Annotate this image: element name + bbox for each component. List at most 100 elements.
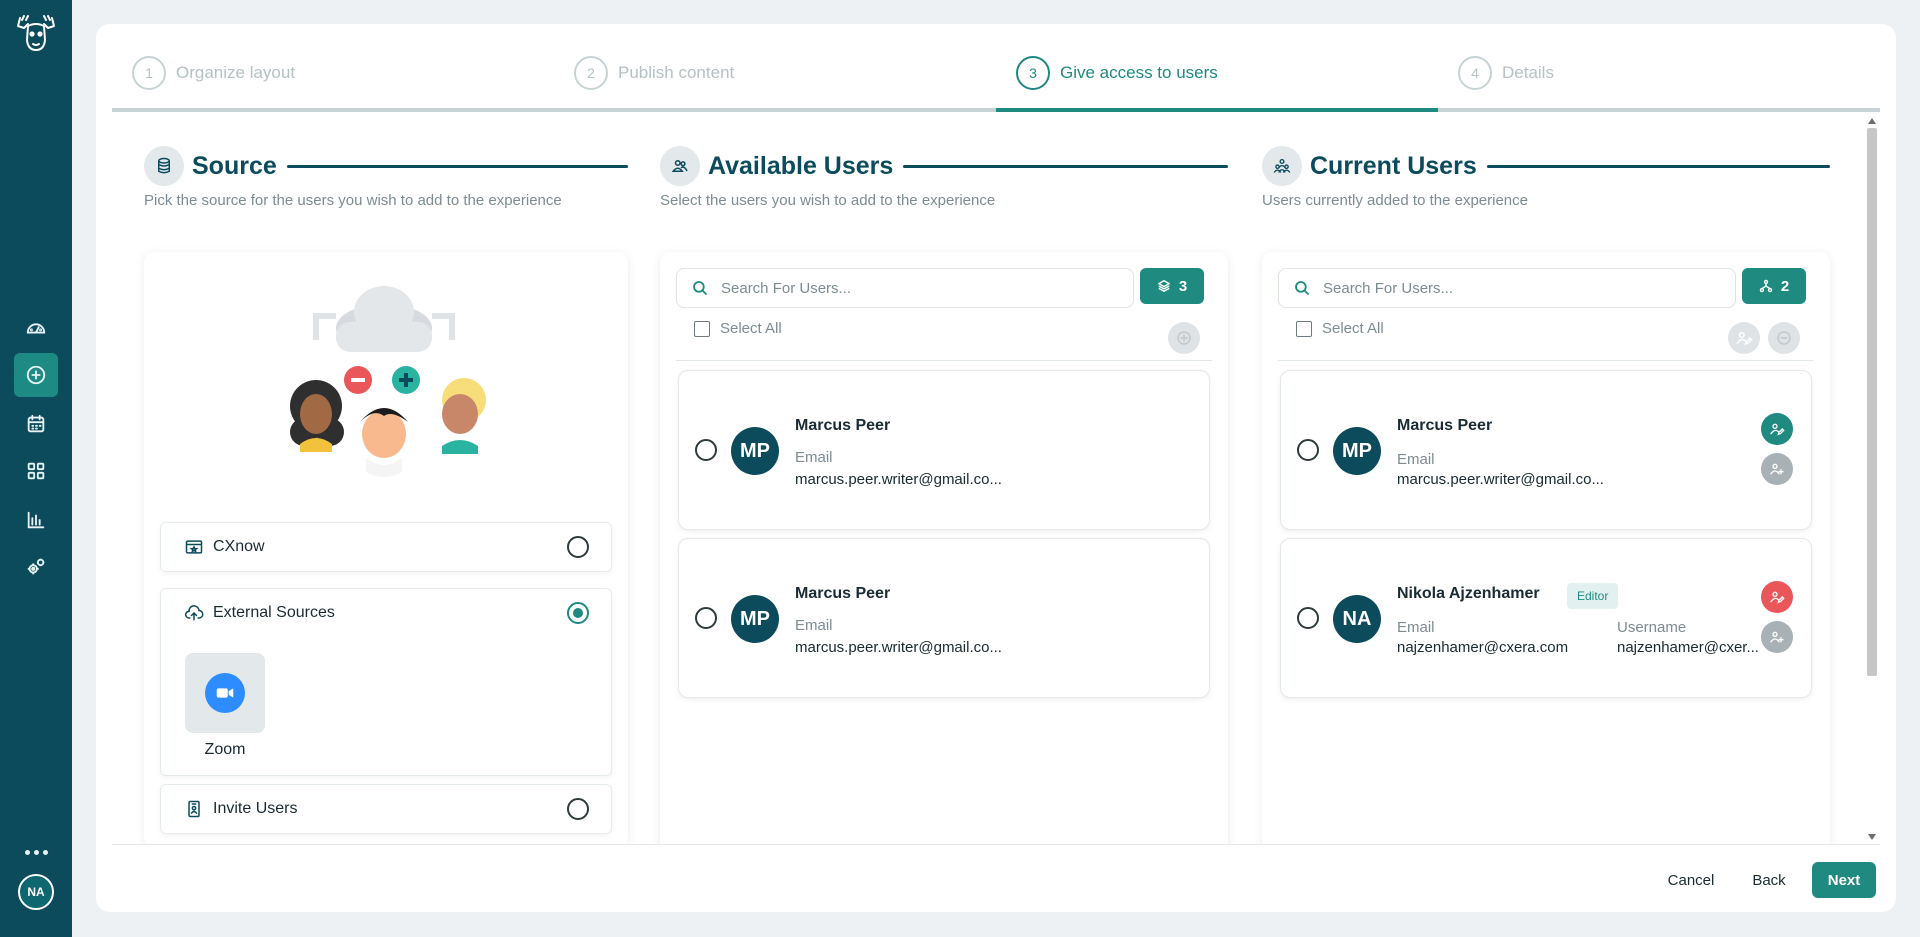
user-add-button[interactable] (1761, 621, 1793, 653)
user-avatar[interactable]: NA (18, 874, 54, 910)
scroll-up-icon[interactable] (1868, 118, 1876, 124)
remove-circle-icon (1777, 331, 1791, 345)
sidebar-item-analytics[interactable] (14, 498, 58, 542)
step-organize-layout[interactable]: 1 Organize layout (132, 54, 295, 92)
user-select-radio[interactable] (695, 607, 717, 629)
current-select-all[interactable]: Select All (1296, 320, 1384, 337)
select-all-label: Select All (720, 320, 782, 337)
panel-divider (1278, 360, 1814, 361)
current-search[interactable] (1278, 268, 1736, 308)
step-details[interactable]: 4 Details (1458, 54, 1554, 92)
cxnow-icon (183, 536, 205, 558)
cxnow-radio[interactable] (567, 536, 589, 558)
invite-users-radio[interactable] (567, 798, 589, 820)
user-select-radio[interactable] (1297, 439, 1319, 461)
current-count-button[interactable]: 2 (1742, 268, 1806, 304)
scroll-down-icon[interactable] (1868, 834, 1876, 840)
section-divider (286, 164, 628, 168)
current-users-header: Current Users (1262, 144, 1830, 188)
user-email: marcus.peer.writer@gmail.co... (1397, 471, 1604, 488)
available-count-button[interactable]: 3 (1140, 268, 1204, 304)
sidebar-item-grid[interactable] (14, 449, 58, 493)
option-label: CXnow (213, 538, 265, 555)
footer-divider (112, 844, 1880, 845)
hierarchy-icon (1759, 279, 1773, 293)
current-users-subtitle: Users currently added to the experience (1262, 192, 1528, 209)
current-user-card[interactable]: NA Nikola Ajzenhamer Editor Email najzen… (1280, 538, 1812, 698)
current-users-panel: 2 Select All MP Marcus Peer Email marcus… (1262, 252, 1830, 844)
available-select-all[interactable]: Select All (694, 320, 782, 337)
available-count: 3 (1178, 277, 1188, 295)
email-label: Email (795, 449, 833, 466)
select-all-checkbox[interactable] (694, 320, 710, 337)
add-selected-button[interactable] (1168, 322, 1200, 354)
step-label: Give access to users (1060, 63, 1218, 82)
available-users-panel: 3 Select All MP Marcus Peer Email marcus… (660, 252, 1228, 844)
available-users-title: Available Users (708, 151, 894, 180)
content-area: Source Pick the source for the users you… (112, 114, 1880, 844)
user-add-button[interactable] (1761, 453, 1793, 485)
remove-selected-button[interactable] (1768, 322, 1800, 354)
source-option-external[interactable]: External Sources Zoom (160, 588, 612, 776)
user-name: Marcus Peer (795, 585, 891, 602)
sidebar-item-create[interactable] (14, 353, 58, 397)
invite-badge-icon (183, 798, 205, 820)
available-search-input[interactable] (721, 279, 1021, 297)
role-badge: Editor (1567, 583, 1619, 609)
user-avatar: MP (1333, 427, 1381, 475)
sidebar-item-calendar[interactable] (14, 402, 58, 446)
source-subtitle: Pick the source for the users you wish t… (144, 192, 562, 209)
current-search-input[interactable] (1323, 279, 1623, 297)
step-give-access[interactable]: 3 Give access to users (1016, 54, 1218, 92)
user-add-icon (1770, 463, 1784, 475)
cloud-upload-icon (183, 602, 205, 624)
settings-gears-icon (27, 558, 45, 575)
available-search[interactable] (676, 268, 1134, 308)
user-email: marcus.peer.writer@gmail.co... (795, 639, 1002, 656)
search-icon (1295, 281, 1309, 295)
username-label: Username (1617, 619, 1687, 636)
step-label: Details (1502, 63, 1554, 82)
scroll-thumb[interactable] (1867, 128, 1877, 676)
option-label: Invite Users (213, 800, 298, 817)
user-username: najzenhamer@cxer... (1617, 639, 1759, 656)
email-label: Email (795, 617, 833, 634)
user-add-icon (1770, 631, 1784, 643)
edit-user-role-button[interactable] (1761, 413, 1793, 445)
step-publish-content[interactable]: 2 Publish content (574, 54, 734, 92)
source-option-cxnow[interactable]: CXnow (160, 522, 612, 572)
back-button[interactable]: Back (1740, 862, 1798, 898)
user-select-radio[interactable] (1297, 607, 1319, 629)
zoom-source-tile[interactable] (185, 653, 265, 733)
grid-icon (27, 462, 45, 480)
step-label: Organize layout (176, 63, 296, 82)
step-progress-active (996, 108, 1438, 112)
external-sources-radio[interactable] (567, 602, 589, 624)
user-select-radio[interactable] (695, 439, 717, 461)
moose-logo-icon[interactable] (14, 12, 58, 54)
edit-role-selected-button[interactable] (1728, 322, 1760, 354)
user-group-icon (1262, 146, 1302, 186)
zoom-label: Zoom (204, 741, 246, 758)
source-option-invite[interactable]: Invite Users (160, 784, 612, 834)
available-users-header: Available Users (660, 144, 1228, 188)
user-edit-icon (1770, 591, 1785, 604)
user-avatar: MP (731, 427, 779, 475)
current-user-card[interactable]: MP Marcus Peer Email marcus.peer.writer@… (1280, 370, 1812, 530)
next-button[interactable]: Next (1812, 862, 1876, 898)
content-scrollbar[interactable] (1866, 114, 1880, 844)
layers-icon (1157, 280, 1170, 292)
sidebar-item-settings[interactable] (14, 545, 58, 589)
dashboard-icon (26, 323, 46, 334)
available-user-card[interactable]: MP Marcus Peer Email marcus.peer.writer@… (678, 370, 1210, 530)
users-icon (660, 146, 700, 186)
more-icon[interactable] (22, 845, 50, 859)
source-header: Source (144, 144, 628, 188)
select-all-checkbox[interactable] (1296, 320, 1312, 337)
sidebar-item-dashboard[interactable] (14, 306, 58, 350)
cancel-button[interactable]: Cancel (1656, 862, 1726, 898)
available-user-card[interactable]: MP Marcus Peer Email marcus.peer.writer@… (678, 538, 1210, 698)
user-email: marcus.peer.writer@gmail.co... (795, 471, 1002, 488)
step-number: 2 (574, 56, 608, 90)
edit-user-role-button[interactable] (1761, 581, 1793, 613)
